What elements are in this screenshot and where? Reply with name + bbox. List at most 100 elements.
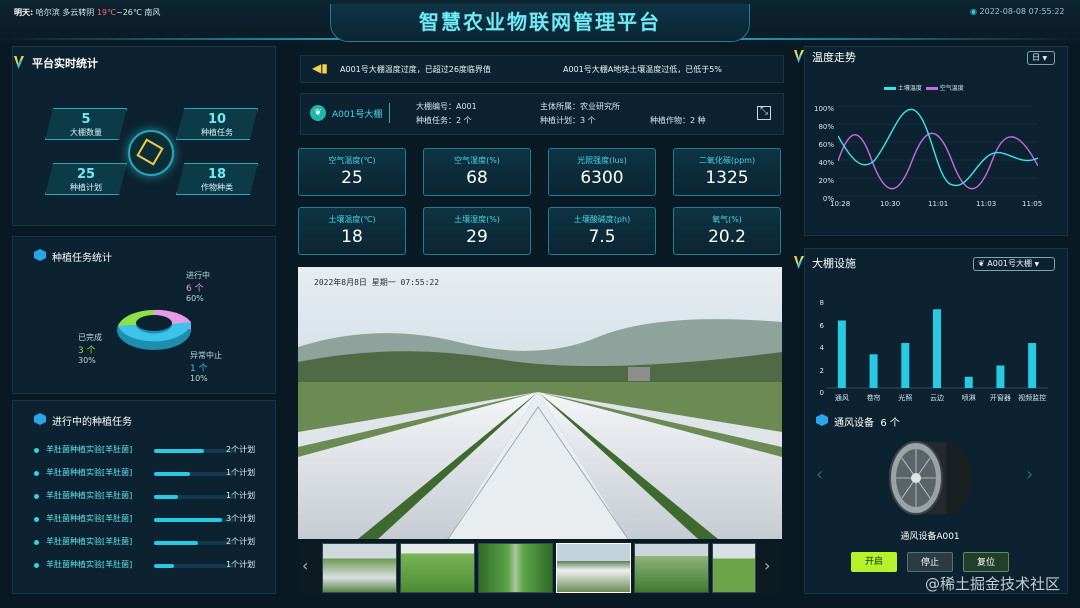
task-row[interactable]: 羊肚菌种植实验[羊肚菌] 2个计划 [34, 535, 264, 551]
stat-greenhouse-count: 5 大棚数量 [45, 108, 127, 140]
datetime-clock: ◉ 2022-08-08 07:55:22 [970, 7, 1065, 16]
legend-done: 已完成 3 个 30% [78, 333, 102, 365]
weather-temp-hi: 19℃ [96, 8, 117, 17]
fan-icon [889, 441, 972, 515]
bar-label-视频监控: 视频监控 [1018, 393, 1046, 402]
device-prev-icon[interactable]: ‹ [816, 464, 823, 485]
task-progress [154, 541, 198, 545]
legend-swatch-air [925, 87, 938, 90]
stop-button[interactable]: 停止 [907, 552, 953, 572]
bullet-icon [34, 563, 39, 568]
bullet-icon [34, 471, 39, 476]
section-marker-icon [794, 256, 804, 269]
legend-air-temp: 空气温度 [939, 85, 964, 92]
bar-label-云边: 云边 [930, 393, 944, 402]
page-title: 智慧农业物联网管理平台 [419, 10, 661, 34]
greenhouse-badge-label: A001号大棚 [332, 110, 383, 120]
reset-button[interactable]: 复位 [963, 552, 1009, 572]
period-select[interactable]: 日 ▼ [1027, 51, 1055, 65]
expand-icon[interactable]: ⤡ [757, 106, 771, 120]
greenhouse-select-label: A001号大棚 [987, 259, 1032, 268]
task-row[interactable]: 羊肚菌种植实验[羊肚菌] 1个计划 [34, 558, 264, 574]
sensor-soil-temp: 土壤温度(℃) 18 [298, 207, 406, 255]
chevron-down-icon: ▼ [1042, 55, 1048, 62]
bar-视频监控 [1028, 343, 1037, 388]
task-progress [154, 472, 190, 476]
stats-title: 平台实时统计 [32, 57, 98, 70]
greenhouse-badge[interactable]: ❦ A001号大棚 [308, 103, 390, 123]
task-donut-chart [117, 309, 191, 350]
weather-text: 哈尔滨 多云转阴 [35, 8, 95, 17]
trend-legend: 土壤温度 空气温度 [884, 83, 964, 92]
camera-timestamp: 2022年8月8日 星期一 07:55:22 [314, 278, 440, 287]
device-name: 通风设备A001 [900, 532, 960, 542]
datetime-text: 2022-08-08 07:55:22 [979, 7, 1065, 16]
thumbnail[interactable] [478, 543, 553, 593]
period-select-label: 日 [1032, 53, 1040, 62]
bar-光照 [901, 343, 910, 388]
thumbnail[interactable] [400, 543, 475, 593]
running-tasks-title: 进行中的种植任务 [52, 417, 132, 428]
sensor-co2: 二氧化碳(ppm) 1325 [673, 148, 781, 196]
bar-通风 [837, 320, 846, 388]
legend-abnormal: 异常中止 1 个 10% [190, 351, 222, 383]
bullet-icon [34, 540, 39, 545]
alert-message-1[interactable]: A001号大棚温度过度，已超过26度临界值 [340, 64, 491, 75]
soil-temp-line [838, 108, 1038, 187]
greenhouse-select[interactable]: ❦ A001号大棚 ▼ [973, 257, 1055, 271]
facility-bar-chart: 通风 卷帘 光照 云边 喷淋 开窗器 视频监控 [826, 309, 1048, 402]
facility-y-axis: 86420 [819, 299, 824, 397]
speaker-icon: ◀▮ [312, 61, 328, 75]
thumbnail[interactable] [634, 543, 709, 593]
start-button[interactable]: 开启 [851, 552, 897, 572]
sensor-soil-humidity: 土壤湿度(%) 29 [423, 207, 531, 255]
bar-云边 [933, 309, 941, 388]
clock-icon: ◉ [970, 7, 977, 16]
leaf-icon: ❦ [310, 105, 326, 121]
bar-label-开窗器: 开窗器 [990, 393, 1011, 402]
task-row[interactable]: 羊肚菌种植实验[羊肚菌] 1个计划 [34, 466, 264, 482]
thumbnail[interactable] [712, 543, 756, 593]
task-row[interactable]: 羊肚菌种植实验[羊肚菌] 1个计划 [34, 489, 264, 505]
legend-soil-temp: 土壤温度 [897, 85, 922, 92]
camera-view[interactable]: 2022年8月8日 星期一 07:55:22 [298, 267, 782, 539]
stat-planting-tasks: 10 种植任务 [176, 108, 258, 140]
sensor-air-humidity: 空气湿度(%) 68 [423, 148, 531, 196]
thumb-prev-icon[interactable]: ‹ [302, 556, 308, 575]
task-row[interactable]: 羊肚菌种植实验[羊肚菌] 2个计划 [34, 443, 264, 459]
thumbnail-active[interactable] [556, 543, 631, 593]
greenhouse-photo [298, 267, 782, 539]
sensor-oxygen: 氧气(%) 20.2 [673, 207, 781, 255]
facilities-title: 大棚设施 [812, 257, 856, 270]
weather-label: 明天: [14, 8, 34, 17]
bullet-icon [34, 517, 39, 522]
task-progress [154, 564, 174, 568]
device-title: 通风设备 6 个 [834, 418, 900, 429]
sensor-soil-ph: 土壤酸碱度(ph) 7.5 [548, 207, 656, 255]
thumb-next-icon[interactable]: › [764, 556, 770, 575]
task-progress [154, 449, 204, 453]
info-number: 大棚编号：A001 [416, 102, 477, 111]
task-progress [154, 518, 222, 522]
bullet-icon [34, 494, 39, 499]
thumbnail[interactable] [322, 543, 397, 593]
section-marker-icon [794, 50, 804, 63]
alert-message-2[interactable]: A001号大棚A地块土壤温度过低，已低于5% [563, 64, 722, 75]
legend-in-progress: 进行中 6 个 60% [186, 271, 210, 303]
watermark: @稀土掘金技术社区 [924, 575, 1060, 593]
info-owner: 主体所属：农业研究所 [540, 102, 620, 111]
device-next-icon[interactable]: › [1026, 464, 1033, 485]
leaf-icon: ❦ [978, 259, 985, 268]
stat-planting-plans: 25 种植计划 [45, 163, 127, 195]
trend-y-axis: 100% 80% 60% 40% 20% 0% [813, 105, 834, 203]
temp-trend-title: 温度走势 [812, 51, 856, 64]
sensor-air-temp: 空气温度(℃) 25 [298, 148, 406, 196]
chevron-down-icon: ▼ [1034, 261, 1040, 268]
legend-swatch-soil [884, 87, 896, 90]
bar-label-喷淋: 喷淋 [962, 393, 976, 402]
weather-info: 明天: 哈尔滨 多云转阴 19℃~26℃ 南风 [14, 7, 160, 18]
info-tasks: 种植任务：2 个 [416, 116, 472, 125]
temp-trend-lines [838, 106, 1038, 197]
bar-label-通风: 通风 [835, 393, 849, 402]
task-row[interactable]: 羊肚菌种植实验[羊肚菌] 3个计划 [34, 512, 264, 528]
